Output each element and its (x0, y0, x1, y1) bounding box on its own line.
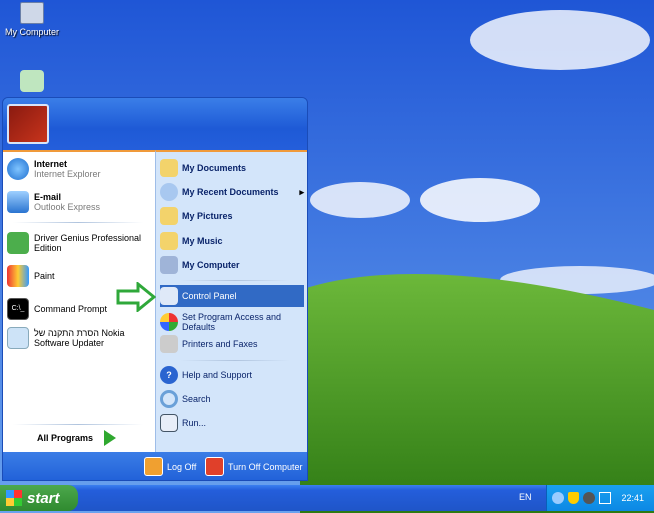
program-command-prompt[interactable]: C:\_ Command Prompt (7, 298, 107, 320)
separator (13, 424, 143, 425)
pinned-internet[interactable]: Internet Internet Explorer (7, 158, 101, 180)
system-tray: 22:41 (546, 485, 654, 511)
outlook-express-icon (7, 191, 29, 213)
start-menu-footer: Log Off Turn Off Computer (3, 452, 307, 480)
display-icon[interactable] (599, 492, 612, 504)
key-icon (144, 457, 163, 476)
green-arrow-icon (104, 430, 117, 446)
volume-icon[interactable] (583, 492, 596, 504)
power-icon (205, 457, 224, 476)
separator (13, 222, 143, 223)
run-item[interactable]: Run... (160, 412, 304, 434)
pictures-folder-icon (160, 207, 178, 225)
paint-icon (7, 265, 29, 287)
computer-icon (20, 2, 44, 24)
places-column: My Documents My Recent Documents ▸ My Pic… (155, 150, 307, 452)
help-support-item[interactable]: ? Help and Support (160, 364, 304, 386)
start-button[interactable]: start (0, 485, 78, 511)
set-program-access-item[interactable]: Set Program Access and Defaults (160, 309, 304, 335)
place-my-documents[interactable]: My Documents (160, 157, 304, 179)
program-access-icon (160, 313, 178, 331)
program-paint[interactable]: Paint (7, 265, 55, 287)
place-my-recent-documents[interactable]: My Recent Documents ▸ (160, 181, 304, 203)
program-driver-genius[interactable]: Driver Genius Professional Edition (7, 232, 151, 254)
log-off-button[interactable]: Log Off (144, 457, 196, 476)
place-my-music[interactable]: My Music (160, 230, 304, 252)
computer-icon (160, 256, 178, 274)
submenu-arrow-icon: ▸ (299, 186, 304, 197)
recycle-bin-icon[interactable] (20, 70, 44, 92)
driver-genius-icon (7, 232, 29, 254)
user-avatar[interactable] (7, 104, 49, 144)
music-folder-icon (160, 232, 178, 250)
start-menu-header (3, 98, 307, 149)
folder-icon (160, 159, 178, 177)
all-programs-button[interactable]: All Programs (37, 430, 117, 446)
separator (180, 280, 290, 281)
search-icon (160, 390, 178, 408)
pinned-email[interactable]: E-mail Outlook Express (7, 191, 100, 213)
installer-icon (7, 327, 29, 349)
program-nokia-uninstall[interactable]: הסרת התקנה של Nokia Software Updater (7, 327, 151, 349)
internet-explorer-icon (7, 158, 29, 180)
turn-off-button[interactable]: Turn Off Computer (205, 457, 303, 476)
recent-documents-icon (160, 183, 178, 201)
place-my-pictures[interactable]: My Pictures (160, 205, 304, 227)
green-arrow-annotation (116, 282, 156, 312)
separator (180, 360, 290, 361)
run-icon (160, 414, 178, 432)
command-prompt-icon: C:\_ (7, 298, 29, 320)
language-indicator[interactable]: EN (519, 492, 532, 502)
network-icon[interactable] (552, 492, 565, 504)
place-my-computer[interactable]: My Computer (160, 254, 304, 276)
clock[interactable]: 22:41 (621, 493, 644, 503)
security-shield-icon[interactable] (568, 492, 580, 504)
printer-icon (160, 335, 178, 353)
desktop-icon-my-computer[interactable]: My Computer (4, 2, 60, 37)
control-panel-icon (160, 287, 178, 305)
search-item[interactable]: Search (160, 388, 304, 410)
help-icon: ? (160, 366, 178, 384)
printers-faxes-item[interactable]: Printers and Faxes (160, 333, 304, 355)
taskbar: start EN 22:41 (0, 485, 654, 511)
control-panel-item[interactable]: Control Panel (160, 285, 304, 307)
windows-logo-icon (6, 490, 22, 506)
